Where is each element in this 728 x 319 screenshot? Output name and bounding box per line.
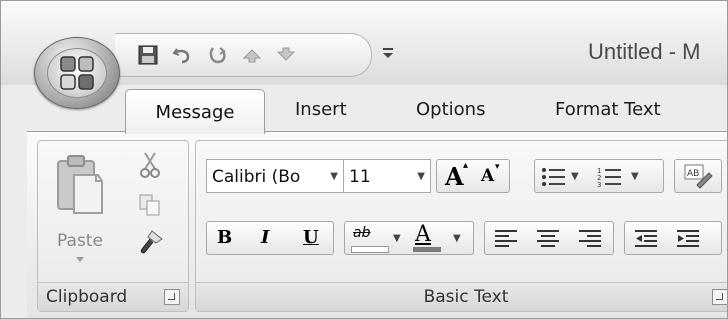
font-name-combo[interactable]: Calibri (Bo ▼ [206,159,344,193]
cut-icon[interactable] [138,151,162,179]
spelling-icon: AB [684,164,713,189]
text-style-buttons: B I U [206,221,334,255]
bold-button[interactable]: B [217,227,232,248]
paste-icon [57,155,103,214]
tab-message-label: Message [155,102,235,123]
italic-button[interactable]: I [261,227,269,248]
office-logo-icon [60,56,94,90]
font-size-buttons: A ▴ A ▾ [436,159,510,193]
font-size-combo[interactable]: 11 ▼ [343,159,431,193]
indent-buttons [624,221,722,255]
bullets-icon[interactable] [541,166,567,188]
basic-text-dialog-launcher[interactable] [712,289,727,305]
color-buttons: ab ▼ A ▼ [344,221,474,255]
spelling-icon-text: AB [687,169,699,179]
underline-button[interactable]: U [303,227,319,248]
clipboard-group-title: Clipboard [46,287,128,307]
numbering-icon[interactable]: 1 2 3 [597,166,623,188]
font-color-button[interactable]: A [415,222,431,247]
decrease-indent-icon[interactable] [635,229,659,249]
undo-icon[interactable] [169,42,195,68]
next-item-icon[interactable] [273,42,299,68]
format-painter-icon[interactable] [138,229,164,255]
office-button[interactable] [34,37,120,109]
list-buttons: ▼ 1 2 3 ▼ [534,159,664,193]
font-name-value: Calibri (Bo [212,167,301,187]
basic-text-group-label: Basic Text [196,282,727,311]
numbering-dropdown-icon[interactable]: ▼ [631,171,639,182]
save-icon[interactable] [135,42,161,68]
paste-label: Paste [57,231,103,251]
font-size-dropdown-icon[interactable]: ▼ [417,171,425,182]
shrink-font-button[interactable]: A [481,166,494,186]
svg-text:3: 3 [597,181,601,188]
align-center-icon[interactable] [537,229,561,249]
copy-icon[interactable] [138,193,162,217]
tab-insert[interactable]: Insert [295,99,347,120]
tab-message[interactable]: Message [125,89,265,134]
bullets-dropdown-icon[interactable]: ▼ [571,171,579,182]
font-color-dropdown-icon[interactable]: ▼ [453,233,461,244]
previous-item-icon[interactable] [239,42,265,68]
align-left-icon[interactable] [495,229,519,249]
clipboard-group: Paste Clipboard [37,140,189,312]
highlight-dropdown-icon[interactable]: ▼ [393,233,401,244]
increase-indent-icon[interactable] [677,229,701,249]
redo-icon[interactable] [205,42,231,68]
basic-text-group: Calibri (Bo ▼ 11 ▼ A ▴ A ▾ ▼ 1 2 3 ▼ AB … [195,140,727,312]
tab-options[interactable]: Options [416,99,485,120]
spelling-button[interactable]: AB [674,159,722,193]
ribbon: Paste Clipboard Calibri (Bo ▼ 11 ▼ A ▴ A… [27,131,727,318]
grow-font-button[interactable]: A [445,162,464,191]
paste-dropdown-icon[interactable] [76,257,84,263]
tab-format-text[interactable]: Format Text [555,99,661,120]
customize-toolbar-icon[interactable] [379,39,397,67]
quick-access-toolbar [115,33,372,77]
font-color-bar [413,247,441,252]
app-window: Untitled - M Message Insert Options Form… [0,0,728,319]
highlight-color-bar [351,246,389,253]
font-size-value: 11 [349,167,371,187]
clipboard-dialog-launcher[interactable] [164,289,180,305]
font-name-dropdown-icon[interactable]: ▼ [330,171,338,182]
alignment-buttons [484,221,614,255]
window-title: Untitled - M [588,39,701,64]
highlight-button[interactable]: ab [353,225,370,241]
basic-text-group-title: Basic Text [423,287,509,307]
align-right-icon[interactable] [579,229,603,249]
paste-button[interactable]: Paste [48,149,112,267]
